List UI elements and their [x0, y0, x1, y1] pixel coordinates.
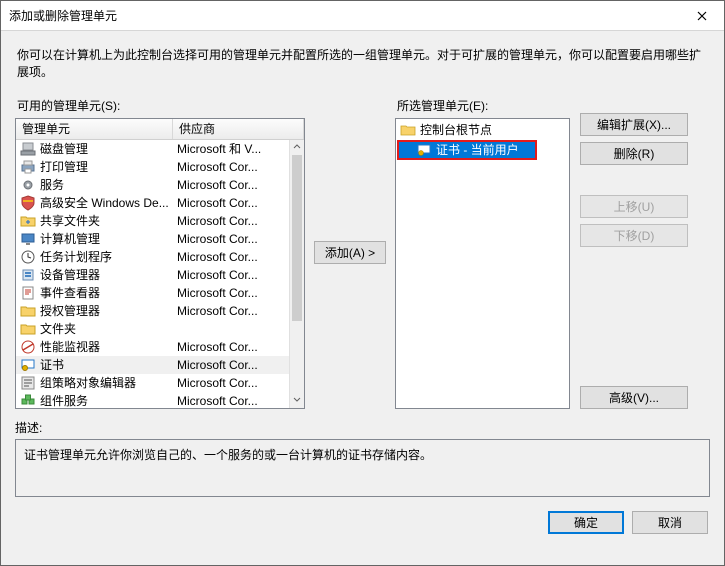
shield-icon	[20, 195, 36, 211]
tree-root-label: 控制台根节点	[420, 121, 492, 138]
component-icon	[20, 393, 36, 408]
scroll-up-arrow[interactable]	[290, 140, 304, 155]
list-item-vendor: Microsoft Cor...	[173, 160, 289, 174]
description-label: 描述:	[15, 419, 710, 436]
list-item-vendor: Microsoft Cor...	[173, 286, 289, 300]
dialog-window: 添加或删除管理单元 你可以在计算机上为此控制台选择可用的管理单元并配置所选的一组…	[0, 0, 725, 566]
list-item[interactable]: 性能监视器 Microsoft Cor...	[16, 338, 289, 356]
scroll-track[interactable]	[290, 155, 304, 393]
gear-icon	[20, 177, 36, 193]
window-title: 添加或删除管理单元	[9, 7, 679, 24]
list-item-name: 磁盘管理	[40, 140, 88, 157]
scroll-down-arrow[interactable]	[290, 393, 304, 408]
list-item-name: 授权管理器	[40, 302, 100, 319]
move-up-button[interactable]: 上移(U)	[580, 195, 688, 218]
add-button[interactable]: 添加(A) >	[314, 241, 386, 264]
list-item-name: 组件服务	[40, 392, 88, 408]
close-icon	[697, 11, 707, 21]
list-item-vendor: Microsoft Cor...	[173, 178, 289, 192]
list-item[interactable]: 授权管理器 Microsoft Cor...	[16, 302, 289, 320]
event-icon	[20, 285, 36, 301]
clock-icon	[20, 249, 36, 265]
list-item[interactable]: 计算机管理 Microsoft Cor...	[16, 230, 289, 248]
description-box: 证书管理单元允许你浏览自己的、一个服务的或一台计算机的证书存储内容。	[15, 439, 710, 497]
device-icon	[20, 267, 36, 283]
list-item[interactable]: 高级安全 Windows De... Microsoft Cor...	[16, 194, 289, 212]
list-item-name: 计算机管理	[40, 230, 100, 247]
ok-button[interactable]: 确定	[548, 511, 624, 534]
list-item-vendor: Microsoft Cor...	[173, 250, 289, 264]
list-item[interactable]: 共享文件夹 Microsoft Cor...	[16, 212, 289, 230]
selected-label: 所选管理单元(E):	[395, 97, 570, 114]
list-item[interactable]: 磁盘管理 Microsoft 和 V...	[16, 140, 289, 158]
share-icon	[20, 213, 36, 229]
list-body: 磁盘管理 Microsoft 和 V... 打印管理 Microsoft Cor...…	[16, 140, 289, 408]
list-item-name: 服务	[40, 176, 64, 193]
printer-icon	[20, 159, 36, 175]
list-item-name: 性能监视器	[40, 338, 100, 355]
list-item-name: 打印管理	[40, 158, 88, 175]
scrollbar-vertical[interactable]	[289, 140, 304, 408]
titlebar: 添加或删除管理单元	[1, 1, 724, 31]
chevron-up-icon	[293, 143, 301, 151]
header-name[interactable]: 管理单元	[16, 119, 173, 139]
scroll-thumb[interactable]	[292, 155, 302, 322]
list-item-vendor: Microsoft 和 V...	[173, 140, 289, 157]
list-item-vendor: Microsoft Cor...	[173, 340, 289, 354]
list-item[interactable]: 组件服务 Microsoft Cor...	[16, 392, 289, 408]
list-item[interactable]: 任务计划程序 Microsoft Cor...	[16, 248, 289, 266]
list-header[interactable]: 管理单元 供应商	[16, 119, 304, 140]
list-item[interactable]: 组策略对象编辑器 Microsoft Cor...	[16, 374, 289, 392]
folder-icon	[20, 321, 36, 337]
list-item-name: 设备管理器	[40, 266, 100, 283]
list-item-vendor: Microsoft Cor...	[173, 304, 289, 318]
list-item[interactable]: 打印管理 Microsoft Cor...	[16, 158, 289, 176]
list-item-name: 文件夹	[40, 320, 76, 337]
selected-tree[interactable]: 控制台根节点 证书 - 当前用户	[395, 118, 570, 409]
list-item-vendor: Microsoft Cor...	[173, 358, 289, 372]
list-item[interactable]: 证书 Microsoft Cor...	[16, 356, 289, 374]
list-item-name: 高级安全 Windows De...	[40, 194, 169, 211]
list-item[interactable]: 文件夹	[16, 320, 289, 338]
available-listbox[interactable]: 管理单元 供应商 磁盘管理 Microsoft 和 V... 打印管理 Microso…	[15, 118, 305, 409]
list-item[interactable]: 设备管理器 Microsoft Cor...	[16, 266, 289, 284]
cancel-button[interactable]: 取消	[632, 511, 708, 534]
advanced-button[interactable]: 高级(V)...	[580, 386, 688, 409]
close-button[interactable]	[679, 1, 724, 30]
computer-icon	[20, 231, 36, 247]
list-item-vendor: Microsoft Cor...	[173, 214, 289, 228]
list-item-name: 共享文件夹	[40, 212, 100, 229]
list-item-vendor: Microsoft Cor...	[173, 232, 289, 246]
list-item[interactable]: 服务 Microsoft Cor...	[16, 176, 289, 194]
tree-selected-label: 证书 - 当前用户	[436, 141, 519, 158]
folder-icon	[20, 303, 36, 319]
list-item-vendor: Microsoft Cor...	[173, 376, 289, 390]
tree-root-node[interactable]: 控制台根节点	[398, 121, 567, 139]
disk-icon	[20, 141, 36, 157]
description-text: 证书管理单元允许你浏览自己的、一个服务的或一台计算机的证书存储内容。	[24, 448, 432, 462]
list-item-name: 任务计划程序	[40, 248, 112, 265]
tree-selected-node[interactable]: 证书 - 当前用户	[398, 141, 536, 159]
list-item-vendor: Microsoft Cor...	[173, 394, 289, 408]
perf-icon	[20, 339, 36, 355]
header-vendor[interactable]: 供应商	[173, 119, 304, 139]
list-item-vendor: Microsoft Cor...	[173, 196, 289, 210]
remove-button[interactable]: 删除(R)	[580, 142, 688, 165]
list-item-name: 组策略对象编辑器	[40, 374, 136, 391]
available-label: 可用的管理单元(S):	[15, 97, 305, 114]
list-item-name: 事件查看器	[40, 284, 100, 301]
list-item[interactable]: 事件查看器 Microsoft Cor...	[16, 284, 289, 302]
move-down-button[interactable]: 下移(D)	[580, 224, 688, 247]
gpo-icon	[20, 375, 36, 391]
edit-extensions-button[interactable]: 编辑扩展(X)...	[580, 113, 688, 136]
folder-icon	[400, 122, 416, 138]
cert-icon	[416, 142, 432, 158]
cert-icon	[20, 357, 36, 373]
list-item-name: 证书	[40, 356, 64, 373]
instruction-text: 你可以在计算机上为此控制台选择可用的管理单元并配置所选的一组管理单元。对于可扩展…	[17, 47, 708, 81]
chevron-down-icon	[293, 396, 301, 404]
list-item-vendor: Microsoft Cor...	[173, 268, 289, 282]
